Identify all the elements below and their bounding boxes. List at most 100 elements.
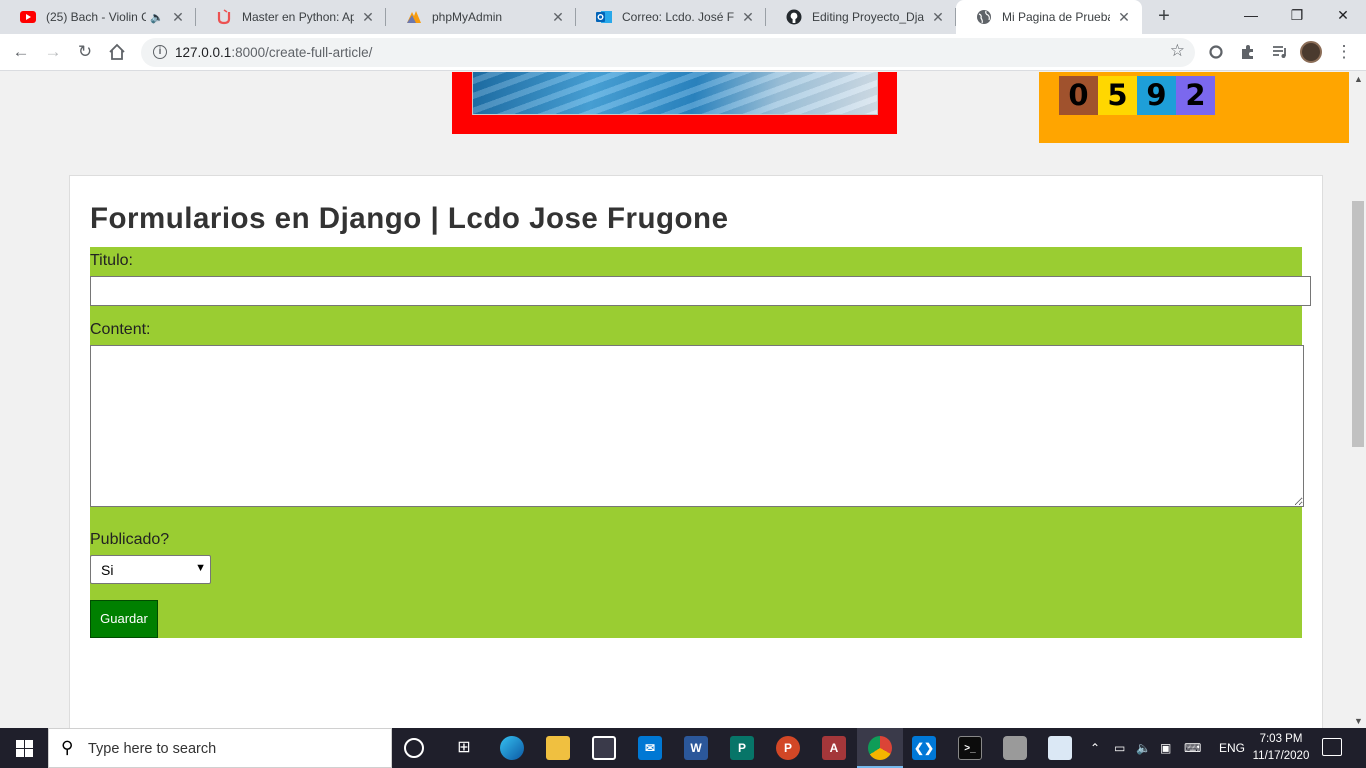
extensions-button[interactable] bbox=[1236, 40, 1260, 64]
extension-button[interactable] bbox=[1204, 40, 1228, 64]
file-explorer-icon[interactable] bbox=[546, 736, 570, 760]
windows-taskbar: ⚲ Type here to search ⊞ ✉ W P P A ❮❯ >_ … bbox=[0, 728, 1366, 768]
search-icon: ⚲ bbox=[61, 738, 74, 757]
publicado-label: Publicado? bbox=[90, 531, 170, 548]
network-icon[interactable]: ▣ bbox=[1160, 728, 1171, 768]
publicado-select[interactable]: Si ▼ bbox=[90, 555, 211, 584]
close-icon[interactable]: ✕ bbox=[360, 9, 376, 25]
address-bar[interactable]: i 127.0.0.1:8000/create-full-article/ ☆ bbox=[141, 38, 1195, 67]
notification-center-icon[interactable] bbox=[1322, 738, 1342, 756]
article-form: Titulo: Content: Publicado? Si ▼ Guardar bbox=[90, 247, 1311, 638]
tab-github[interactable]: Editing Proyecto_Djang ✕ bbox=[766, 0, 956, 34]
url-path: :8000/create-full-article/ bbox=[231, 45, 373, 60]
windows-logo-icon bbox=[15, 739, 33, 757]
scrollbar-thumb[interactable] bbox=[1352, 201, 1364, 447]
terminal-icon[interactable]: >_ bbox=[958, 736, 982, 760]
close-window-button[interactable]: ✕ bbox=[1320, 0, 1366, 30]
banner-image bbox=[472, 72, 878, 115]
task-view-icon[interactable]: ⊞ bbox=[452, 736, 476, 760]
site-info-icon[interactable]: i bbox=[153, 45, 167, 59]
tab-mi-pagina-de-pruebas[interactable]: Mi Pagina de Pruebas ✕ bbox=[956, 0, 1142, 34]
tab-udemy[interactable]: Master en Python: Apre ✕ bbox=[196, 0, 386, 34]
puzzle-icon bbox=[1242, 45, 1253, 59]
tab-title: phpMyAdmin bbox=[432, 10, 503, 24]
restore-button[interactable]: ❐ bbox=[1274, 0, 1320, 30]
database-icon[interactable] bbox=[1003, 736, 1027, 760]
taskbar-search-box[interactable]: ⚲ Type here to search bbox=[48, 728, 392, 768]
globe-icon bbox=[976, 9, 992, 25]
tab-title: Mi Pagina de Pruebas bbox=[1002, 10, 1110, 24]
close-icon[interactable]: ✕ bbox=[1116, 9, 1132, 25]
chevron-up-icon[interactable]: ⌃ bbox=[1090, 728, 1100, 768]
titulo-label: Titulo: bbox=[90, 252, 133, 269]
cortana-icon[interactable] bbox=[404, 738, 424, 758]
minimize-button[interactable]: — bbox=[1228, 0, 1274, 30]
access-icon[interactable]: A bbox=[822, 736, 846, 760]
close-icon[interactable]: ✕ bbox=[740, 9, 756, 25]
mail-icon[interactable]: ✉ bbox=[638, 736, 662, 760]
page-viewport: 0 5 9 2 Formularios en Django | Lcdo Jos… bbox=[0, 72, 1350, 728]
page-scrollbar[interactable]: ▲ ▼ bbox=[1350, 72, 1366, 728]
powerpoint-icon[interactable]: P bbox=[776, 736, 800, 760]
forward-button[interactable]: → bbox=[41, 40, 65, 64]
guardar-button[interactable]: Guardar bbox=[90, 600, 158, 638]
tab-youtube[interactable]: (25) Bach - Violin C 🔈 ✕ bbox=[0, 0, 196, 34]
speaker-icon[interactable]: 🔈 bbox=[150, 11, 164, 24]
reload-button[interactable]: ↻ bbox=[73, 40, 97, 64]
close-icon[interactable]: ✕ bbox=[550, 9, 566, 25]
visit-counter: 0 5 9 2 bbox=[1059, 76, 1215, 115]
profile-avatar[interactable] bbox=[1300, 41, 1322, 63]
word-icon[interactable]: W bbox=[684, 736, 708, 760]
store-icon[interactable] bbox=[592, 736, 616, 760]
language-indicator[interactable]: ENG bbox=[1219, 728, 1245, 768]
tab-title: Correo: Lcdo. José Ferna bbox=[622, 10, 734, 24]
tab-title: Master en Python: Apre bbox=[242, 10, 354, 24]
tab-outlook[interactable]: Correo: Lcdo. José Ferna ✕ bbox=[576, 0, 766, 34]
content-card: Formularios en Django | Lcdo Jose Frugon… bbox=[69, 175, 1323, 728]
github-icon bbox=[786, 9, 802, 25]
close-icon[interactable]: ✕ bbox=[930, 9, 946, 25]
extension-circle-icon bbox=[1209, 45, 1223, 59]
url-text[interactable]: 127.0.0.1:8000/create-full-article/ bbox=[175, 45, 372, 60]
taskbar-clock[interactable]: 7:03 PM 11/17/2020 bbox=[1246, 731, 1316, 765]
counter-digit: 9 bbox=[1137, 76, 1176, 115]
tab-phpmyadmin[interactable]: phpMyAdmin ✕ bbox=[386, 0, 576, 34]
new-tab-button[interactable]: + bbox=[1152, 5, 1176, 29]
media-control-button[interactable] bbox=[1268, 40, 1292, 64]
udemy-icon bbox=[216, 9, 232, 25]
battery-icon[interactable]: ▭ bbox=[1114, 728, 1125, 768]
page-title: Formularios en Django | Lcdo Jose Frugon… bbox=[90, 202, 729, 235]
scroll-down-arrow-icon[interactable]: ▼ bbox=[1354, 716, 1363, 726]
outlook-icon bbox=[596, 9, 612, 25]
browser-menu-button[interactable]: ⋮ bbox=[1332, 40, 1356, 64]
content-textarea[interactable] bbox=[90, 345, 1304, 507]
clock-date: 11/17/2020 bbox=[1252, 750, 1310, 762]
back-arrow-icon: ← bbox=[12, 42, 30, 61]
close-icon[interactable]: ✕ bbox=[170, 9, 186, 25]
taskbar-chrome-active[interactable] bbox=[857, 728, 903, 768]
paint-icon[interactable] bbox=[1048, 736, 1072, 760]
playlist-icon bbox=[1273, 46, 1286, 58]
visit-counter-box: 0 5 9 2 bbox=[1039, 72, 1349, 143]
reload-icon: ↻ bbox=[77, 42, 93, 61]
home-icon bbox=[109, 43, 125, 60]
keyboard-icon[interactable]: ⌨ bbox=[1184, 728, 1201, 768]
youtube-icon bbox=[20, 9, 36, 25]
browser-toolbar: ← → ↻ i 127.0.0.1:8000/create-full-artic… bbox=[0, 34, 1366, 71]
counter-digit: 0 bbox=[1059, 76, 1098, 115]
titulo-input[interactable] bbox=[90, 276, 1311, 306]
kebab-menu-icon: ⋮ bbox=[1335, 42, 1353, 61]
home-button[interactable] bbox=[105, 40, 129, 64]
tab-title: Editing Proyecto_Djang bbox=[812, 10, 924, 24]
forward-arrow-icon: → bbox=[44, 42, 62, 61]
volume-icon[interactable]: 🔈 bbox=[1136, 728, 1151, 768]
publisher-icon[interactable]: P bbox=[730, 736, 754, 760]
vscode-icon[interactable]: ❮❯ bbox=[912, 736, 936, 760]
back-button[interactable]: ← bbox=[9, 40, 33, 64]
start-button[interactable] bbox=[0, 728, 48, 768]
bookmark-star-icon[interactable]: ☆ bbox=[1170, 41, 1185, 61]
scroll-up-arrow-icon[interactable]: ▲ bbox=[1354, 74, 1363, 84]
edge-icon[interactable] bbox=[500, 736, 524, 760]
clock-time: 7:03 PM bbox=[1259, 733, 1303, 745]
browser-tab-strip: (25) Bach - Violin C 🔈 ✕ Master en Pytho… bbox=[0, 0, 1366, 34]
